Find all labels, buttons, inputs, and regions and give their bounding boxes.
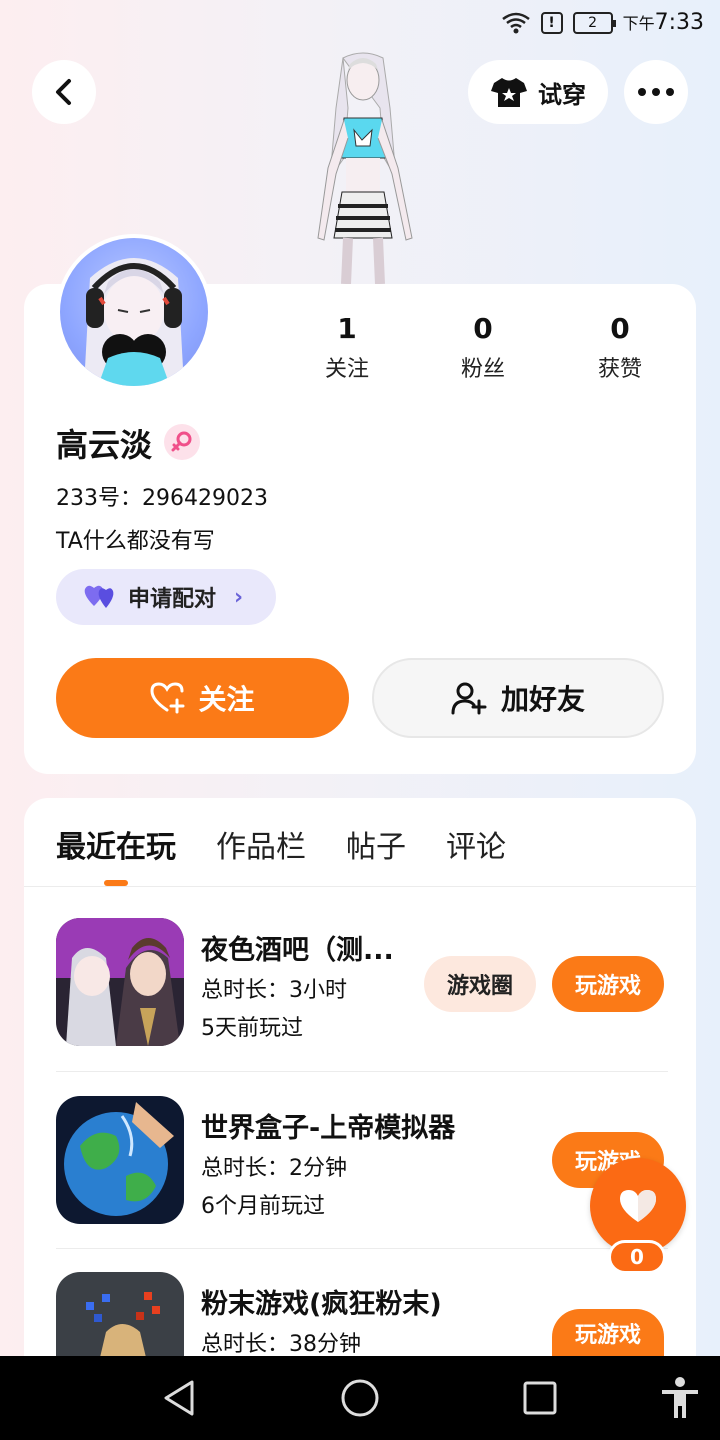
game-duration-2: 总时长：2分钟 [201,1156,347,1181]
tab-posts[interactable]: 帖子 [346,822,406,866]
stat-fans-label: 粉丝 [460,357,505,382]
person-add-icon [451,682,487,715]
game-icon-1 [56,918,184,1046]
avatar-portrait [84,258,184,386]
chevron-right-icon: › [234,584,244,610]
tab-works[interactable]: 作品栏 [216,822,306,866]
stat-following[interactable]: 1 关注 [292,312,402,383]
request-match-button[interactable]: 申请配对 › [56,569,276,625]
stat-following-label: 关注 [324,357,369,382]
heart-icon [620,1190,656,1222]
tabs-divider [24,886,696,887]
profile-tabs: 最近在玩 作品栏 帖子 评论 [56,822,506,866]
user-id: 233号：296429023 [56,486,268,511]
female-icon [171,431,192,452]
system-navigation-bar [0,1356,720,1440]
play-game-button-1[interactable]: 玩游戏 [552,956,664,1012]
stat-likes[interactable]: 0 获赞 [565,312,675,383]
user-bio: TA什么都没有写 [56,529,215,554]
try-on-button[interactable]: 试穿 [468,60,608,124]
stat-fans-value: 0 [473,312,493,345]
accessibility-icon[interactable] [658,1376,702,1420]
game-icon-3 [56,1272,184,1356]
wifi-icon [501,12,530,33]
game-title-2: 世界盒子-上帝模拟器 [201,1113,456,1144]
tab-recent-played[interactable]: 最近在玩 [56,822,176,866]
game-last-played-2: 6个月前玩过 [201,1194,325,1219]
game-duration-3: 总时长：38分钟 [201,1332,361,1356]
avatar[interactable] [56,234,212,390]
stat-fans[interactable]: 0 粉丝 [428,312,538,383]
username: 高云淡 [56,426,153,464]
game-circle-button-1[interactable]: 游戏圈 [424,956,536,1012]
heart-plus-icon [150,682,185,714]
game-icon-2 [56,1096,184,1224]
nav-back-icon[interactable] [158,1376,202,1420]
battery-level: 2 [588,14,598,31]
status-time: 下午7:33 [623,10,704,35]
try-on-label: 试穿 [538,80,586,109]
row-divider [56,1071,668,1072]
follow-button[interactable]: 关注 [56,658,349,738]
stat-following-value: 1 [337,312,357,345]
battery-icon: 2 [572,11,616,34]
avatar-image [60,238,208,386]
nav-recents-icon[interactable] [518,1376,562,1420]
add-friend-label: 加好友 [500,683,585,716]
back-button[interactable] [32,60,96,124]
status-bar: ! 2 下午7:33 [0,0,720,50]
like-count-badge: 0 [608,1240,666,1274]
status-time-value: 7:33 [654,10,704,35]
follow-label: 关注 [198,683,255,716]
game-title-1: 夜色酒吧（测... [201,935,394,966]
nav-home-icon[interactable] [338,1376,382,1420]
back-icon [56,79,71,105]
play-game-button-3[interactable]: 玩游戏 [552,1309,664,1356]
character-figure[interactable] [288,48,438,284]
stat-likes-label: 获赞 [597,357,642,382]
game-duration-1: 总时长：3小时 [201,978,347,1003]
tshirt-icon [491,78,527,107]
stat-likes-value: 0 [610,312,630,345]
row-divider [56,1248,668,1249]
tab-comments[interactable]: 评论 [446,822,506,866]
more-button[interactable] [624,60,688,124]
add-friend-button[interactable]: 加好友 [372,658,664,738]
game-last-played-1: 5天前玩过 [201,1016,303,1041]
game-title-3: 粉末游戏(疯狂粉末) [201,1289,442,1320]
gender-badge [164,424,200,460]
more-icon [638,88,674,96]
heart-pair-icon [84,585,114,608]
request-match-label: 申请配对 [128,587,217,612]
status-icons: ! 2 下午7:33 [501,10,704,35]
alert-icon: ! [540,11,563,34]
status-time-prefix: 下午 [622,14,655,33]
